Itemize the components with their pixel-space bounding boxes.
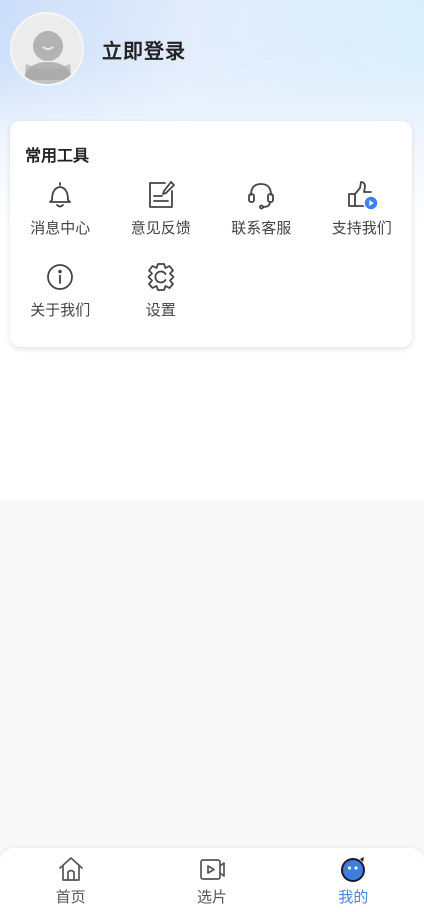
login-link[interactable]: 立即登录: [102, 35, 186, 64]
bell-icon: [43, 178, 77, 212]
profile-page: 立即登录 常用工具 消息中心 意见反馈 联系客服 支持我们 关于我们 设置 首页…: [0, 0, 424, 912]
video-icon: [200, 859, 225, 880]
tool-label: 支持我们: [331, 219, 392, 237]
tools-title: 常用工具: [25, 146, 90, 165]
avatar[interactable]: [10, 12, 84, 86]
mascot-icon: [341, 857, 366, 882]
common-tools-card: 常用工具 消息中心 意见反馈 联系客服 支持我们 关于我们 设置: [10, 121, 412, 347]
headset-icon: [244, 178, 278, 212]
tool-support-us[interactable]: 支持我们: [312, 178, 413, 252]
tool-feedback[interactable]: 意见反馈: [111, 178, 212, 252]
tool-message-center[interactable]: 消息中心: [10, 178, 111, 252]
settings-icon: [144, 260, 178, 294]
info-icon: [43, 260, 77, 294]
tool-label: 关于我们: [30, 301, 91, 319]
tool-label: 消息中心: [30, 219, 91, 237]
tools-grid: 消息中心 意见反馈 联系客服 支持我们 关于我们 设置: [10, 178, 412, 334]
feedback-icon: [144, 178, 178, 212]
tool-label: 联系客服: [231, 219, 292, 237]
thumbs-up-icon: [345, 178, 379, 212]
tool-about-us[interactable]: 关于我们: [10, 260, 111, 334]
profile-header[interactable]: 立即登录: [10, 12, 186, 86]
bottom-tab-bar: 首页 选片 我的: [0, 848, 424, 912]
tool-label: 意见反馈: [130, 219, 191, 237]
tab-label: 选片: [196, 888, 227, 906]
tool-label: 设置: [145, 301, 176, 319]
tab-select-video[interactable]: 选片: [141, 848, 282, 912]
tool-settings[interactable]: 设置: [111, 260, 212, 334]
home-icon: [58, 857, 83, 881]
tool-customer-service[interactable]: 联系客服: [211, 178, 312, 252]
default-avatar-icon: [12, 14, 82, 84]
tab-label: 首页: [55, 888, 86, 906]
tab-label: 我的: [338, 888, 369, 906]
tab-mine[interactable]: 我的: [283, 848, 424, 912]
tab-home[interactable]: 首页: [0, 848, 141, 912]
